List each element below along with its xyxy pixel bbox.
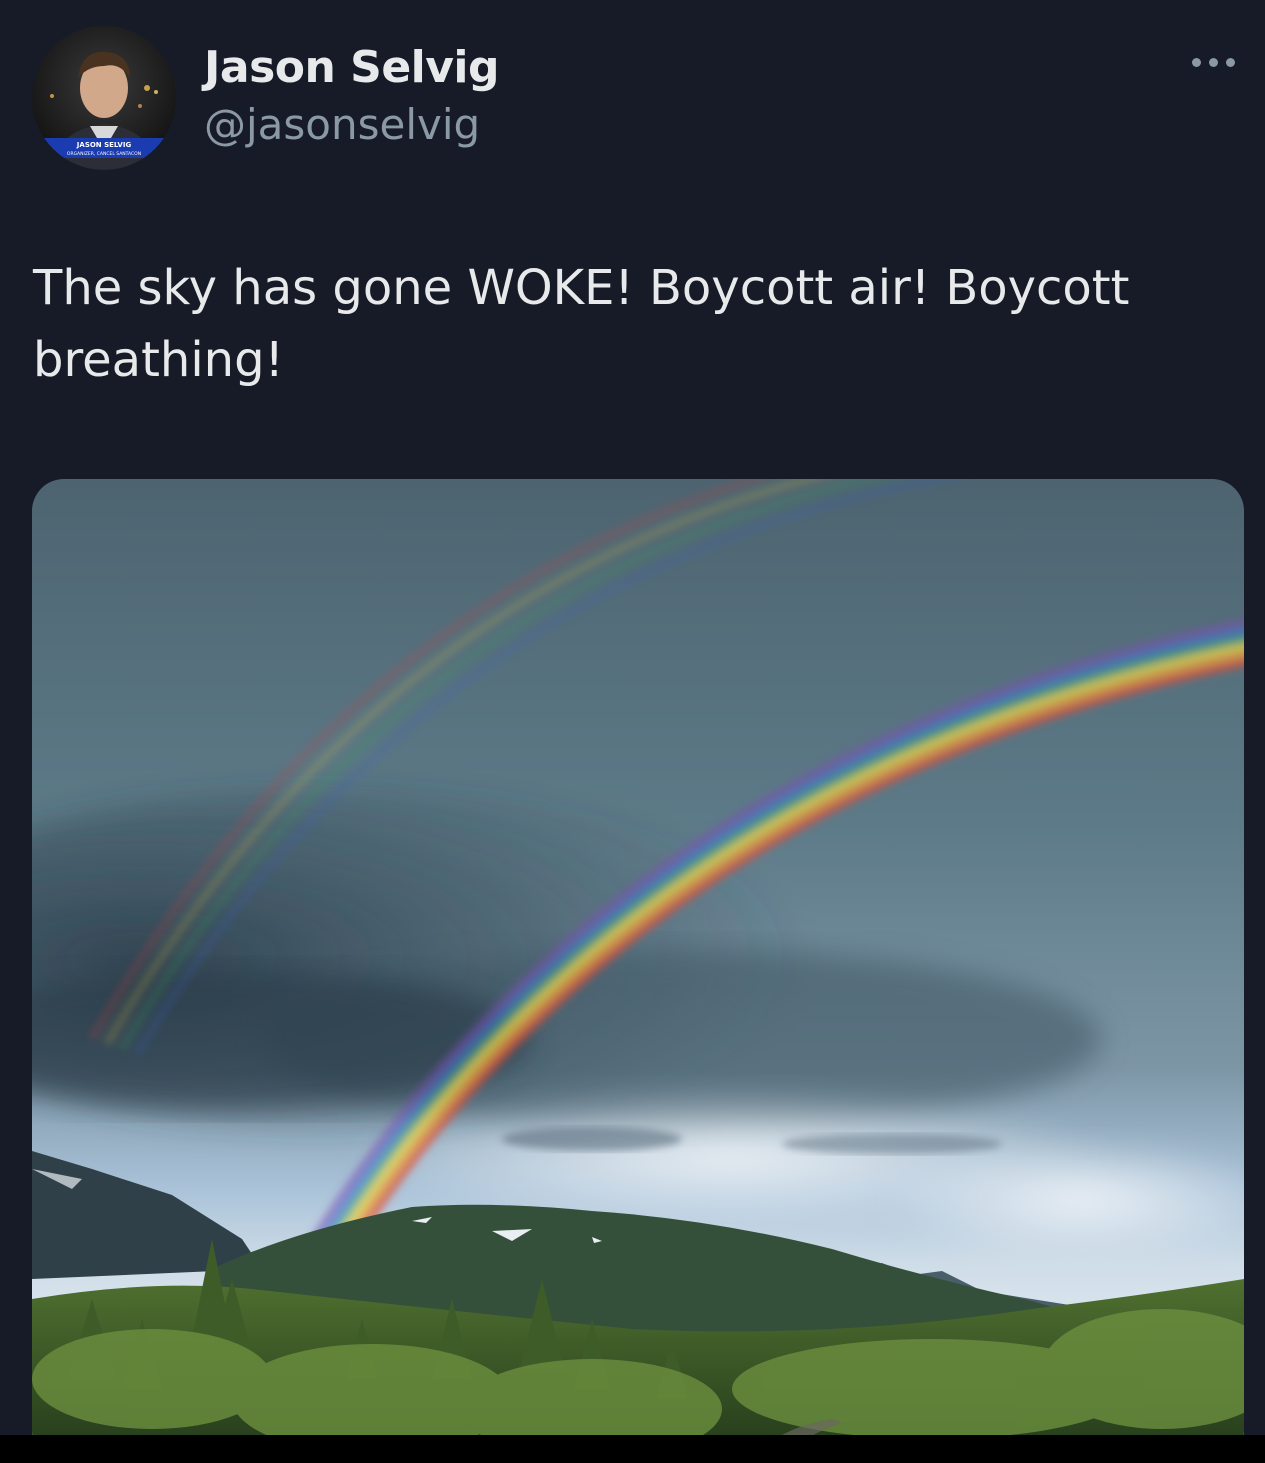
tweet-media-photo[interactable] [32, 479, 1244, 1463]
bottom-bar [0, 1435, 1265, 1463]
rainbow-landscape-photo [32, 479, 1244, 1463]
avatar-caption-line2: ORGANIZER, CANCEL SANTACON [67, 151, 141, 157]
tweet-text: The sky has gone WOKE! Boycott air! Boyc… [33, 260, 1130, 388]
avatar-caption-line1: JASON SELVIG [76, 141, 132, 149]
author-handle[interactable]: @jasonselvig [204, 98, 499, 152]
author-names: Jason Selvig @jasonselvig [204, 38, 500, 152]
more-horizontal-icon[interactable] [1192, 58, 1235, 67]
author-avatar[interactable]: JASON SELVIG ORGANIZER, CANCEL SANTACON [32, 26, 176, 170]
tweet-header: JASON SELVIG ORGANIZER, CANCEL SANTACON … [0, 0, 1265, 200]
avatar-photo: JASON SELVIG ORGANIZER, CANCEL SANTACON [32, 26, 176, 170]
author-display-name[interactable]: Jason Selvig [204, 38, 500, 98]
